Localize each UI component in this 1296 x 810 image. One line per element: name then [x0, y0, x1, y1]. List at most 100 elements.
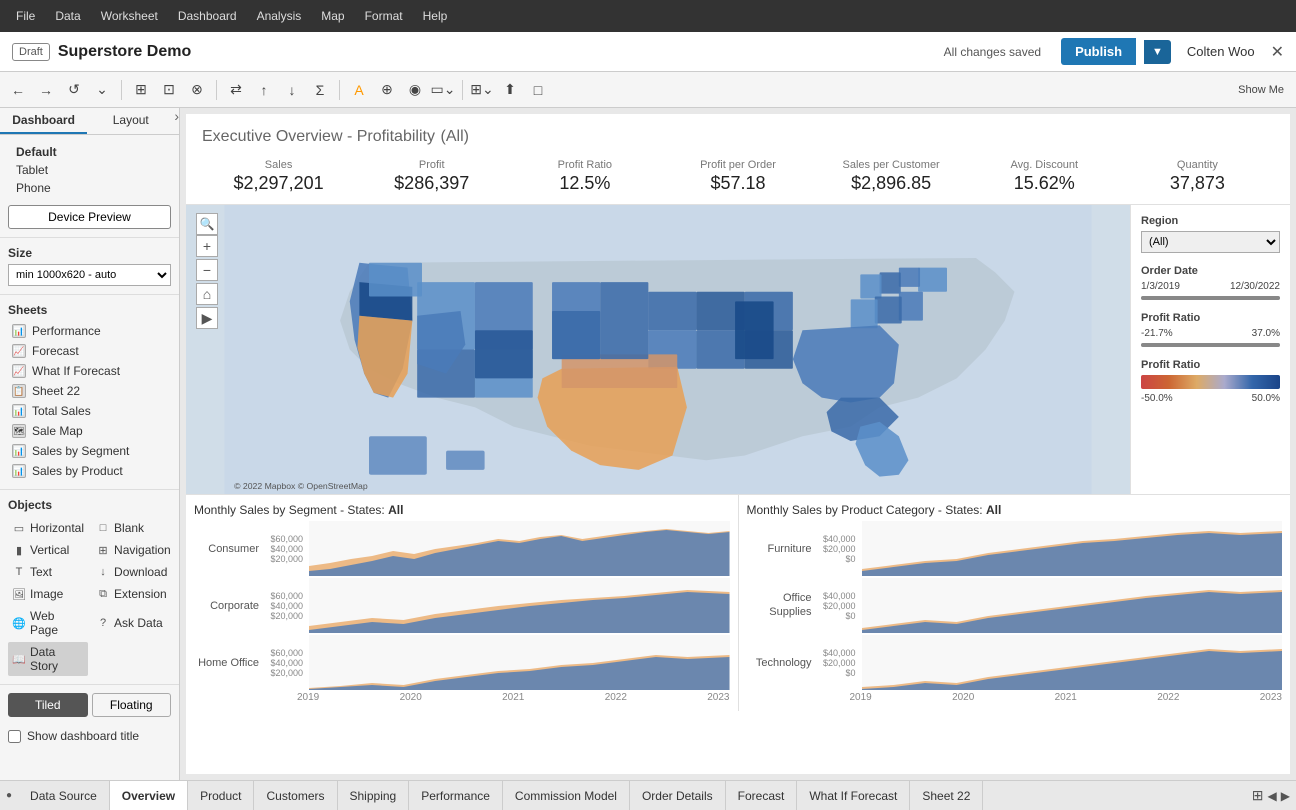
kpi-profit-per-order: Profit per Order $57.18 — [661, 159, 814, 194]
toolbar-new-sheet-btn[interactable]: ⊞ — [129, 78, 153, 102]
color-max-label: 50.0% — [1252, 393, 1280, 404]
technology-label: Technology — [747, 657, 812, 669]
obj-vertical[interactable]: ▮ Vertical — [8, 540, 88, 560]
toolbar-sep-4 — [462, 80, 463, 100]
date-start: 1/3/2019 — [1141, 281, 1180, 292]
toolbar-replay-btn[interactable]: ↺ — [62, 78, 86, 102]
blank-icon: □ — [96, 521, 110, 535]
size-select[interactable]: min 1000x620 - auto — [8, 264, 171, 286]
toolbar-down-btn[interactable]: ⌄ — [90, 78, 114, 102]
bottom-tab-forecast[interactable]: Forecast — [726, 781, 798, 810]
publish-dropdown-button[interactable]: ▼ — [1144, 40, 1171, 64]
menu-map[interactable]: Map — [313, 5, 352, 27]
sheet-item-sale-map[interactable]: 🗺 Sale Map — [8, 421, 171, 441]
menu-analysis[interactable]: Analysis — [249, 5, 310, 27]
bt-scroll-left-icon[interactable]: ◀ — [1268, 789, 1277, 803]
toolbar-sum-btn[interactable]: Σ — [308, 78, 332, 102]
tiled-button[interactable]: Tiled — [8, 693, 88, 717]
color-bar — [1141, 375, 1280, 389]
sheet-item-forecast[interactable]: 📈 Forecast — [8, 341, 171, 361]
sheet-item-sales-segment[interactable]: 📊 Sales by Segment — [8, 441, 171, 461]
bottom-tab-customers[interactable]: Customers — [254, 781, 337, 810]
toolbar-forward-btn[interactable]: → — [34, 78, 58, 102]
toolbar-mark-type-btn[interactable]: ◉ — [403, 78, 427, 102]
furniture-chart — [862, 521, 1283, 576]
toolbar-size-btn[interactable]: ▭⌄ — [431, 78, 455, 102]
menu-dashboard[interactable]: Dashboard — [170, 5, 245, 27]
bottom-tab-datasource[interactable]: Data Source — [18, 781, 110, 810]
date-slider[interactable] — [1141, 296, 1280, 300]
sheet-label-sales-product: Sales by Product — [32, 464, 123, 478]
bt-add-tab-icon[interactable]: ⊞ — [1252, 787, 1264, 804]
obj-datastory[interactable]: 📖 Data Story — [8, 642, 88, 676]
device-default[interactable]: Default — [8, 143, 171, 161]
device-tablet[interactable]: Tablet — [8, 161, 171, 179]
kpi-avg-discount: Avg. Discount 15.62% — [968, 159, 1121, 194]
bottom-tab-shipping[interactable]: Shipping — [338, 781, 410, 810]
dashboard-title: Executive Overview - Profitability (All) — [202, 124, 1274, 147]
user-name[interactable]: Colten Woo — [1187, 44, 1255, 59]
menu-format[interactable]: Format — [357, 5, 411, 27]
color-min-label: -50.0% — [1141, 393, 1173, 404]
sidebar-tab-layout[interactable]: Layout — [87, 108, 174, 134]
obj-image[interactable]: 🖼 Image — [8, 584, 88, 604]
profit-ratio-min: -21.7% — [1141, 328, 1173, 339]
bt-scroll-right-icon[interactable]: ▶ — [1281, 789, 1290, 803]
device-preview-button[interactable]: Device Preview — [8, 205, 171, 229]
toolbar-export-btn[interactable]: ⬆ — [498, 78, 522, 102]
sheet-icon-whatif: 📈 — [12, 364, 26, 378]
obj-askdata[interactable]: ? Ask Data — [92, 606, 175, 640]
toolbar-back-btn[interactable]: ← — [6, 78, 30, 102]
sheet-item-total-sales[interactable]: 📊 Total Sales — [8, 401, 171, 421]
obj-navigation[interactable]: ⊞ Navigation — [92, 540, 175, 560]
toolbar-sort-asc-btn[interactable]: ↑ — [252, 78, 276, 102]
stats-header: Executive Overview - Profitability (All)… — [186, 114, 1290, 205]
close-button[interactable]: ✕ — [1271, 42, 1284, 62]
toolbar-swap-btn[interactable]: ⇄ — [224, 78, 248, 102]
toolbar-sort-desc-btn[interactable]: ↓ — [280, 78, 304, 102]
sidebar-collapse-btn[interactable]: › — [174, 108, 179, 134]
sheet-item-performance[interactable]: 📊 Performance — [8, 321, 171, 341]
menu-file[interactable]: File — [8, 5, 43, 27]
obj-download[interactable]: ↓ Download — [92, 562, 175, 582]
toolbar-fit-btn[interactable]: ⊞⌄ — [470, 78, 494, 102]
obj-blank[interactable]: □ Blank — [92, 518, 175, 538]
device-options: Default Tablet Phone — [8, 143, 171, 197]
toolbar-clear-btn[interactable]: ⊗ — [185, 78, 209, 102]
sheet-icon-forecast: 📈 — [12, 344, 26, 358]
menu-data[interactable]: Data — [47, 5, 88, 27]
toolbar-tooltip-btn[interactable]: ⊕ — [375, 78, 399, 102]
bottom-tab-commission[interactable]: Commission Model — [503, 781, 630, 810]
obj-label-extension: Extension — [114, 587, 167, 601]
obj-webpage[interactable]: 🌐 Web Page — [8, 606, 88, 640]
bottom-tab-whatif[interactable]: What If Forecast — [797, 781, 910, 810]
profit-ratio-slider[interactable] — [1141, 343, 1280, 347]
obj-extension[interactable]: ⧉ Extension — [92, 584, 175, 604]
toolbar-duplicate-btn[interactable]: ⊡ — [157, 78, 181, 102]
bottom-tab-product[interactable]: Product — [188, 781, 254, 810]
obj-horizontal[interactable]: ▭ Horizontal — [8, 518, 88, 538]
sidebar-tab-dashboard[interactable]: Dashboard — [0, 108, 87, 134]
device-phone[interactable]: Phone — [8, 179, 171, 197]
show-title-checkbox[interactable] — [8, 730, 21, 743]
toolbar-device-btn[interactable]: □ — [526, 78, 550, 102]
text-icon: T — [12, 565, 26, 579]
obj-text[interactable]: T Text — [8, 562, 88, 582]
menu-worksheet[interactable]: Worksheet — [93, 5, 166, 27]
show-me-btn[interactable]: Show Me — [1232, 78, 1290, 102]
sheet-item-whatif-forecast[interactable]: 📈 What If Forecast — [8, 361, 171, 381]
publish-button[interactable]: Publish — [1061, 38, 1136, 65]
obj-label-download: Download — [114, 565, 167, 579]
menu-help[interactable]: Help — [415, 5, 456, 27]
bottom-tab-performance[interactable]: Performance — [409, 781, 503, 810]
bottom-tab-sheet22[interactable]: Sheet 22 — [910, 781, 983, 810]
sheet-item-sales-product[interactable]: 📊 Sales by Product — [8, 461, 171, 481]
toolbar-highlight-btn[interactable]: A — [347, 78, 371, 102]
region-filter-select[interactable]: (All) — [1141, 231, 1280, 253]
bottom-tab-overview[interactable]: Overview — [110, 781, 188, 810]
floating-button[interactable]: Floating — [92, 693, 172, 717]
bottom-tab-orderdetails[interactable]: Order Details — [630, 781, 726, 810]
sheet-item-sheet22[interactable]: 📋 Sheet 22 — [8, 381, 171, 401]
map-area[interactable]: 🔍 + − ⌂ ▶ — [186, 205, 1130, 494]
left-chart-panel: Monthly Sales by Segment - States: All C… — [186, 495, 739, 711]
